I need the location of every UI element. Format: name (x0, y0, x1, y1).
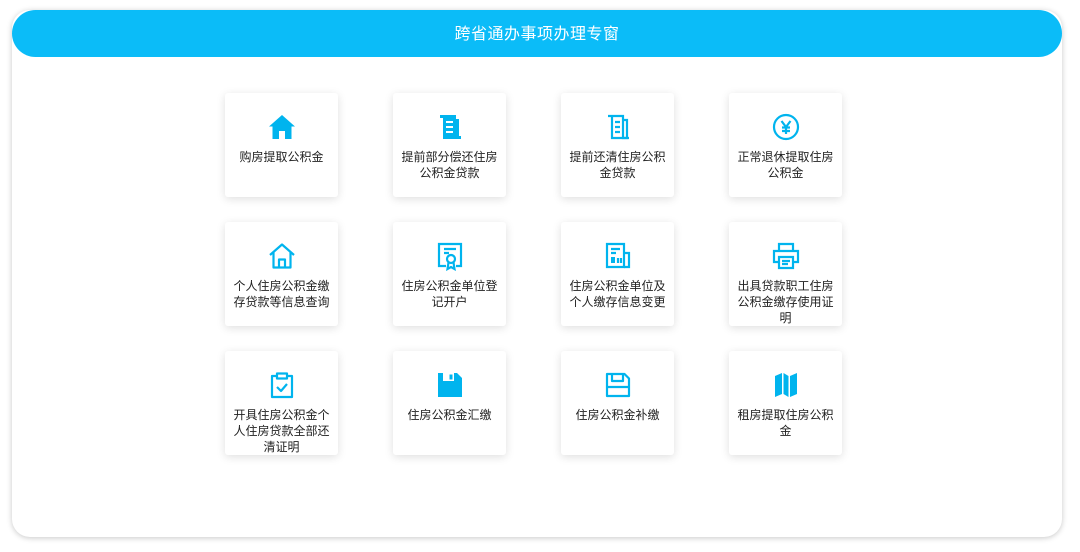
service-card-full-repayment[interactable]: 提前还清住房公积金贷款 (561, 93, 674, 197)
service-card-info-change[interactable]: 住房公积金单位及个人缴存信息变更 (561, 222, 674, 326)
service-card-label: 正常退休提取住房公积金 (737, 150, 834, 180)
service-card-info-query[interactable]: 个人住房公积金缴存贷款等信息查询 (225, 222, 338, 326)
service-card-rent-withdrawal[interactable]: 租房提取住房公积金 (729, 351, 842, 455)
service-card-label: 住房公积金汇缴 (407, 408, 492, 422)
service-card-label: 提前还清住房公积金贷款 (569, 150, 666, 180)
service-card-label: 租房提取住房公积金 (737, 408, 834, 438)
service-card-label: 个人住房公积金缴存贷款等信息查询 (233, 279, 330, 309)
service-grid: 购房提取公积金 提前部分偿还住房公积金贷款 提前还清住房公积金贷款 正常退休提取… (225, 93, 845, 455)
service-card-remittance[interactable]: 住房公积金汇缴 (393, 351, 506, 455)
service-card-payoff-certificate[interactable]: 开具住房公积金个人住房贷款全部还清证明 (225, 351, 338, 455)
map-icon (771, 370, 801, 400)
service-card-supplementary-payment[interactable]: 住房公积金补缴 (561, 351, 674, 455)
floppy-filled-icon (435, 370, 465, 400)
service-card-label: 购房提取公积金 (239, 150, 324, 164)
service-card-label: 出具贷款职工住房公积金缴存使用证明 (737, 279, 834, 325)
yuan-circle-icon (771, 112, 801, 142)
service-card-purchase-withdrawal[interactable]: 购房提取公积金 (225, 93, 338, 197)
panel-header: 跨省通办事项办理专窗 (12, 10, 1062, 57)
clipboard-check-icon (267, 370, 297, 400)
scroll-document-outline-icon (603, 112, 633, 142)
house-filled-icon (267, 112, 297, 142)
printer-icon (771, 241, 801, 271)
panel-title: 跨省通办事项办理专窗 (454, 24, 620, 43)
service-card-retirement-withdrawal[interactable]: 正常退休提取住房公积金 (729, 93, 842, 197)
certificate-icon (435, 241, 465, 271)
service-card-label: 住房公积金单位及个人缴存信息变更 (569, 279, 666, 309)
service-card-usage-certificate[interactable]: 出具贷款职工住房公积金缴存使用证明 (729, 222, 842, 326)
service-card-label: 开具住房公积金个人住房贷款全部还清证明 (233, 408, 330, 454)
floppy-outline-icon (603, 370, 633, 400)
service-card-label: 住房公积金补缴 (575, 408, 660, 422)
house-outline-icon (267, 241, 297, 271)
service-card-label: 住房公积金单位登记开户 (401, 279, 498, 309)
service-card-unit-registration[interactable]: 住房公积金单位登记开户 (393, 222, 506, 326)
service-card-label: 提前部分偿还住房公积金贷款 (401, 150, 498, 180)
service-card-partial-repayment[interactable]: 提前部分偿还住房公积金贷款 (393, 93, 506, 197)
newspaper-icon (603, 241, 633, 271)
scroll-document-icon (435, 112, 465, 142)
